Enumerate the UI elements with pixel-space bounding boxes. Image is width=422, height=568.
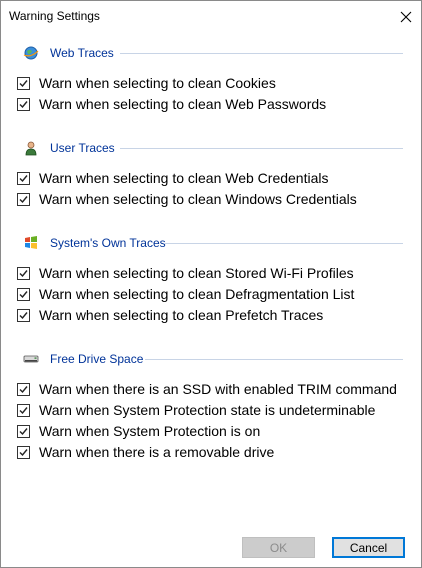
checkmark-icon xyxy=(19,448,28,456)
checkbox-label: Warn when selecting to clean Web Credent… xyxy=(39,170,329,186)
close-button[interactable] xyxy=(391,1,421,32)
checkbox-row[interactable]: Warn when there is an SSD with enabled T… xyxy=(17,380,397,398)
cancel-button[interactable]: Cancel xyxy=(332,537,405,558)
section-divider xyxy=(145,359,403,360)
checkmark-icon xyxy=(19,406,28,414)
section-web-traces: Web Traces xyxy=(23,46,403,60)
section-divider xyxy=(165,243,403,244)
checkbox-label: Warn when System Protection state is und… xyxy=(39,402,376,418)
checkbox-row[interactable]: Warn when System Protection is on xyxy=(17,422,260,440)
checkbox-label: Warn when System Protection is on xyxy=(39,423,261,439)
checkbox[interactable] xyxy=(17,76,30,90)
checkbox-label: Warn when selecting to clean Windows Cre… xyxy=(39,191,357,207)
checkmark-icon xyxy=(19,79,28,87)
checkbox-row[interactable]: Warn when System Protection state is und… xyxy=(17,401,375,419)
checkbox[interactable] xyxy=(17,403,30,417)
checkmark-icon xyxy=(19,174,28,182)
checkbox[interactable] xyxy=(17,287,30,301)
section-divider xyxy=(120,53,403,54)
title-bar: Warning Settings xyxy=(1,1,421,32)
checkbox[interactable] xyxy=(17,192,30,206)
checkmark-icon xyxy=(19,290,28,298)
checkmark-icon xyxy=(19,195,28,203)
checkbox[interactable] xyxy=(17,266,30,280)
checkmark-icon xyxy=(19,385,28,393)
warning-settings-dialog: Warning Settings Web Traces Warn when se… xyxy=(0,0,422,568)
section-title: User Traces xyxy=(50,141,115,155)
checkbox-label: Warn when there is a removable drive xyxy=(39,444,275,460)
section-free-drive-space: Free Drive Space xyxy=(23,352,403,366)
section-title: Web Traces xyxy=(50,46,114,60)
close-icon xyxy=(400,11,412,22)
checkmark-icon xyxy=(19,427,28,435)
window-title: Warning Settings xyxy=(9,9,100,23)
checkbox[interactable] xyxy=(17,308,30,322)
checkbox-row[interactable]: Warn when there is a removable drive xyxy=(17,443,274,461)
checkbox[interactable] xyxy=(17,171,30,185)
checkbox[interactable] xyxy=(17,382,30,396)
section-title: System's Own Traces xyxy=(50,236,166,250)
checkbox-row[interactable]: Warn when selecting to clean Prefetch Tr… xyxy=(17,306,323,324)
checkbox-row[interactable]: Warn when selecting to clean Defragmenta… xyxy=(17,285,354,303)
checkbox-row[interactable]: Warn when selecting to clean Web Credent… xyxy=(17,169,328,187)
checkbox[interactable] xyxy=(17,97,30,111)
checkmark-icon xyxy=(19,269,28,277)
section-user-traces: User Traces xyxy=(23,141,403,156)
section-title: Free Drive Space xyxy=(50,352,144,366)
checkmark-icon xyxy=(19,100,28,108)
checkbox[interactable] xyxy=(17,445,30,459)
windows-icon xyxy=(25,236,37,249)
ok-button[interactable]: OK xyxy=(242,537,315,558)
section-system-traces: System's Own Traces xyxy=(23,236,403,250)
user-icon xyxy=(25,141,37,156)
checkmark-icon xyxy=(19,311,28,319)
drive-icon xyxy=(23,355,39,363)
checkbox-row[interactable]: Warn when selecting to clean Stored Wi-F… xyxy=(17,264,354,282)
checkbox-row[interactable]: Warn when selecting to clean Windows Cre… xyxy=(17,190,357,208)
checkbox-label: Warn when selecting to clean Web Passwor… xyxy=(39,96,327,112)
checkbox-label: Warn when selecting to clean Defragmenta… xyxy=(39,286,355,302)
checkbox-label: Warn when selecting to clean Stored Wi-F… xyxy=(39,265,354,281)
checkbox-label: Warn when selecting to clean Prefetch Tr… xyxy=(39,307,324,323)
section-divider xyxy=(120,148,403,149)
checkbox-row[interactable]: Warn when selecting to clean Cookies xyxy=(17,74,276,92)
checkbox-row[interactable]: Warn when selecting to clean Web Passwor… xyxy=(17,95,326,113)
checkbox[interactable] xyxy=(17,424,30,438)
checkbox-label: Warn when there is an SSD with enabled T… xyxy=(39,381,397,397)
checkbox-label: Warn when selecting to clean Cookies xyxy=(39,75,276,91)
globe-icon xyxy=(23,46,39,60)
